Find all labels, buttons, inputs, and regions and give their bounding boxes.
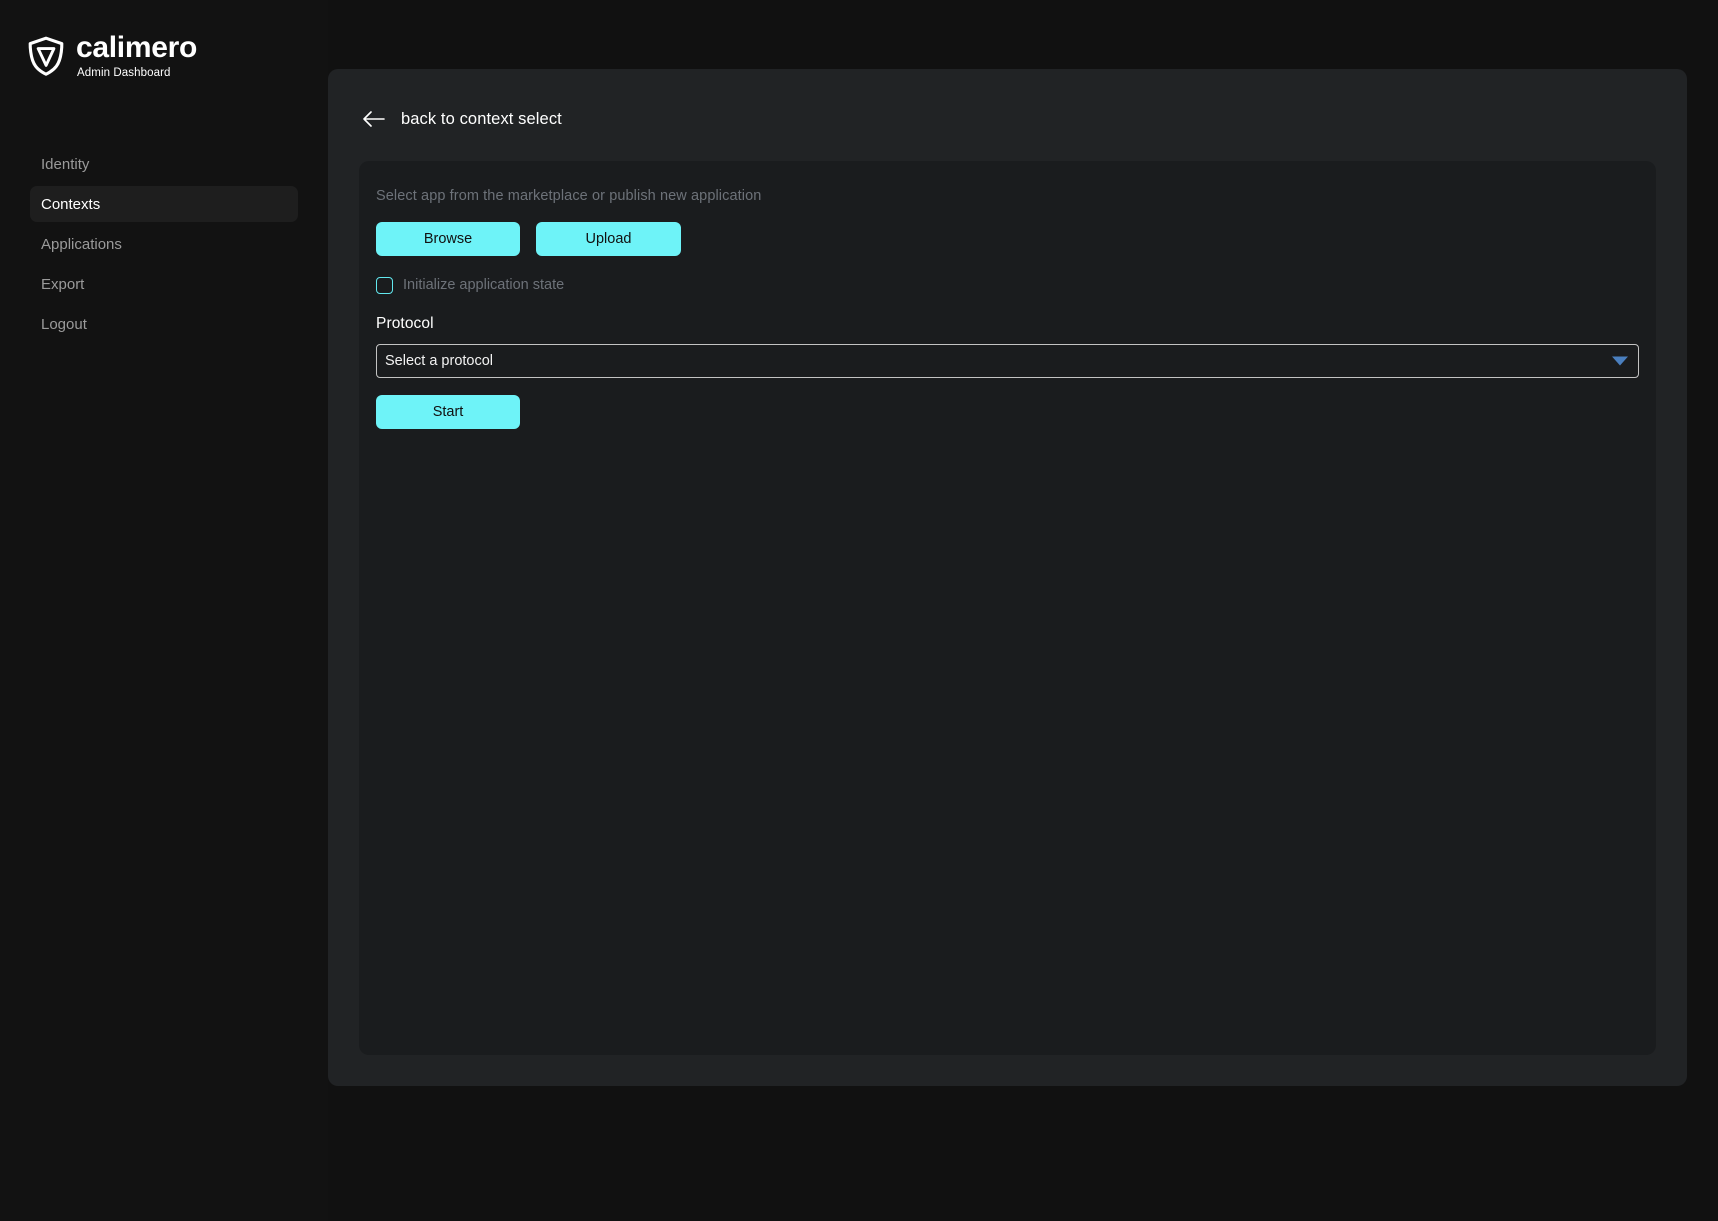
protocol-select-wrapper: Select a protocol <box>376 344 1639 378</box>
application-setup-card: Select app from the marketplace or publi… <box>359 161 1656 1055</box>
sidebar-item-label: Identity <box>41 155 90 173</box>
sidebar-item-label: Applications <box>41 235 122 253</box>
card-description: Select app from the marketplace or publi… <box>376 188 762 204</box>
start-button[interactable]: Start <box>376 395 520 429</box>
sidebar-item-contexts[interactable]: Contexts <box>30 186 298 222</box>
page-title: back to context select <box>401 109 562 128</box>
sidebar-item-export[interactable]: Export <box>30 266 298 302</box>
sidebar-item-applications[interactable]: Applications <box>30 226 298 262</box>
sidebar: calimero Admin Dashboard Identity Contex… <box>0 0 328 1221</box>
back-to-context-select-button[interactable]: back to context select <box>359 102 562 136</box>
brand-logo[interactable]: calimero Admin Dashboard <box>0 28 328 84</box>
arrow-left-icon <box>362 110 385 128</box>
initialize-state-checkbox[interactable] <box>376 276 393 294</box>
app-source-button-row: Browse Upload <box>376 222 1639 256</box>
initialize-state-label: Initialize application state <box>403 277 565 293</box>
browse-button[interactable]: Browse <box>376 222 520 256</box>
protocol-select-value: Select a protocol <box>385 353 494 369</box>
sidebar-item-label: Logout <box>41 315 87 333</box>
initialize-application-state-row[interactable]: Initialize application state <box>376 275 564 295</box>
sidebar-item-logout[interactable]: Logout <box>30 306 298 342</box>
sidebar-item-label: Export <box>41 275 85 293</box>
brand-subtitle: Admin Dashboard <box>77 67 171 79</box>
sidebar-item-label: Contexts <box>41 195 101 213</box>
app-root: calimero Admin Dashboard Identity Contex… <box>0 0 1718 1221</box>
context-panel: back to context select Select app from t… <box>328 69 1687 1086</box>
shield-logo-icon <box>27 36 65 76</box>
protocol-label: Protocol <box>376 315 434 332</box>
brand-text: calimero Admin Dashboard <box>76 31 197 80</box>
upload-button[interactable]: Upload <box>536 222 681 256</box>
main-content: back to context select Select app from t… <box>328 0 1718 1221</box>
protocol-select[interactable]: Select a protocol <box>376 344 1639 378</box>
sidebar-item-identity[interactable]: Identity <box>30 146 298 182</box>
brand-name: calimero <box>76 31 197 64</box>
sidebar-nav: Identity Contexts Applications Export Lo… <box>0 146 328 342</box>
